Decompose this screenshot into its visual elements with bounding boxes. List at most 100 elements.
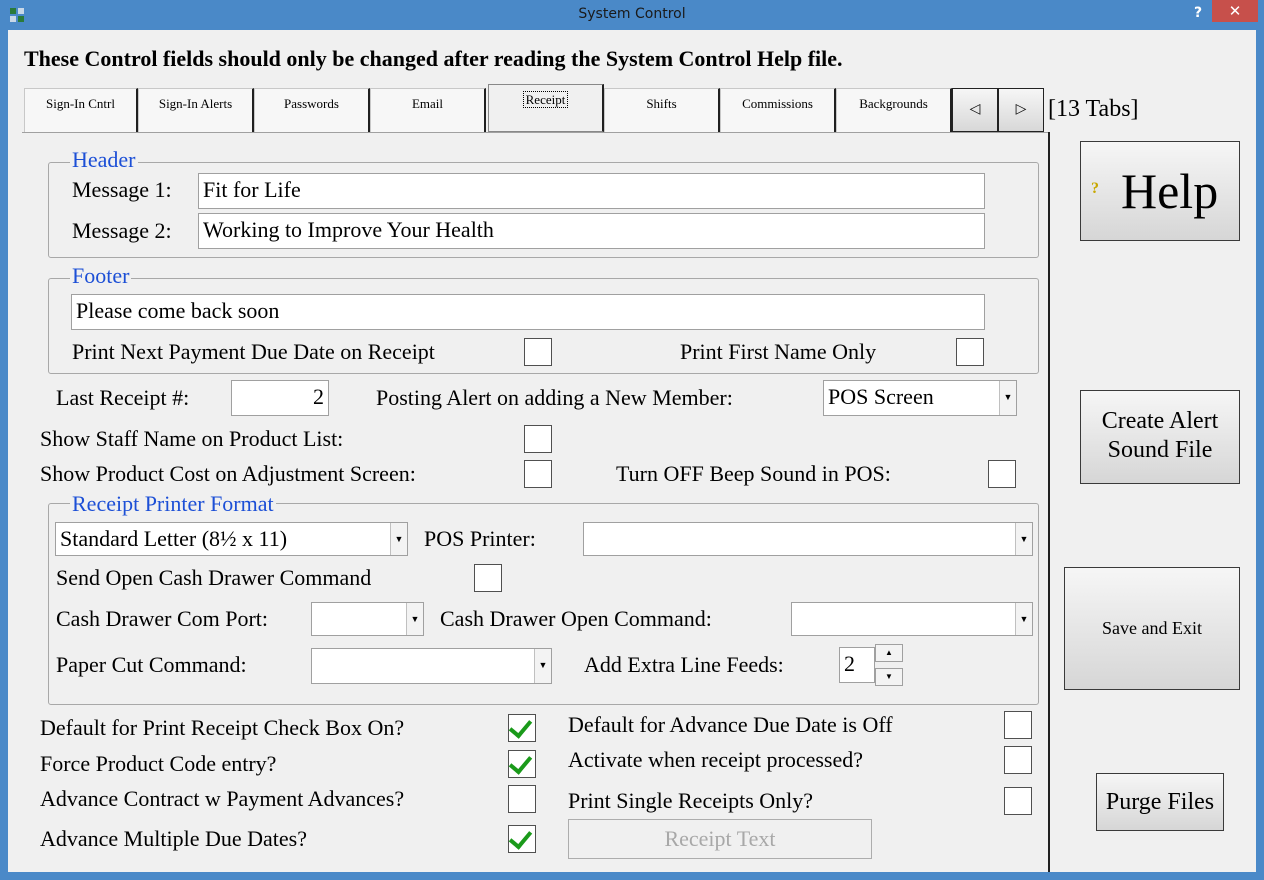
tab-scroll-left-button[interactable]: ◁ <box>952 88 998 132</box>
print-first-name-checkbox[interactable] <box>956 338 984 366</box>
receipt-text-button[interactable]: Receipt Text <box>568 819 872 859</box>
title-bar[interactable]: System Control ? ✕ <box>0 0 1264 30</box>
chevron-right-icon: ▷ <box>1015 102 1027 117</box>
arrow-down-icon: ▼ <box>885 672 893 681</box>
paper-cut-label: Paper Cut Command: <box>56 652 247 677</box>
com-port-select[interactable]: ▼ <box>311 602 424 636</box>
force-product-code-checkbox[interactable] <box>508 750 536 778</box>
create-alert-line1: Create Alert <box>1101 408 1219 434</box>
advance-multiple-label: Advance Multiple Due Dates? <box>40 826 307 851</box>
dropdown-arrow-icon: ▼ <box>1015 523 1032 555</box>
save-and-exit-button[interactable]: Save and Exit <box>1064 567 1240 690</box>
warning-text: These Control fields should only be chan… <box>24 46 843 71</box>
activate-receipt-checkbox[interactable] <box>1004 746 1032 774</box>
advance-multiple-checkbox[interactable] <box>508 825 536 853</box>
posting-alert-value: POS Screen <box>828 384 934 409</box>
message2-label: Message 2: <box>72 218 172 243</box>
tab-label: Sign-In Cntrl <box>46 96 115 111</box>
client-area: These Control fields should only be chan… <box>8 30 1256 872</box>
arrow-up-icon: ▲ <box>885 648 893 657</box>
spin-down-button[interactable]: ▼ <box>875 668 903 686</box>
dropdown-arrow-icon: ▼ <box>390 523 407 555</box>
open-command-select[interactable]: ▼ <box>791 602 1033 636</box>
show-cost-checkbox[interactable] <box>524 460 552 488</box>
print-single-label: Print Single Receipts Only? <box>568 788 814 813</box>
default-print-receipt-label: Default for Print Receipt Check Box On? <box>40 715 405 740</box>
posting-alert-select[interactable]: POS Screen ▼ <box>823 380 1017 416</box>
tab-scroll-right-button[interactable]: ▷ <box>998 88 1044 132</box>
create-alert-line2: Sound File <box>1107 437 1213 463</box>
open-drawer-label: Send Open Cash Drawer Command <box>56 565 372 590</box>
tab-sign-in-cntrl[interactable]: Sign-In Cntrl <box>24 88 138 132</box>
tab-panel-border <box>22 132 1048 133</box>
window-title: System Control <box>578 6 686 22</box>
beep-label: Turn OFF Beep Sound in POS: <box>616 461 891 486</box>
paper-cut-select[interactable]: ▼ <box>311 648 552 684</box>
tab-count: [13 Tabs] <box>1048 96 1139 122</box>
chevron-left-icon: ◁ <box>969 102 981 117</box>
help-icon: ? <box>1091 180 1099 197</box>
header-legend: Header <box>70 147 138 173</box>
com-port-label: Cash Drawer Com Port: <box>56 606 269 631</box>
advance-contract-label: Advance Contract w Payment Advances? <box>40 786 405 811</box>
dropdown-arrow-icon: ▼ <box>1015 603 1032 635</box>
context-help-button[interactable]: ? <box>1188 2 1208 24</box>
dropdown-arrow-icon: ▼ <box>406 603 423 635</box>
last-receipt-input[interactable]: 2 <box>231 380 329 416</box>
last-receipt-label: Last Receipt #: <box>56 385 190 410</box>
tab-commissions[interactable]: Commissions <box>720 88 836 132</box>
show-staff-checkbox[interactable] <box>524 425 552 453</box>
print-next-due-checkbox[interactable] <box>524 338 552 366</box>
help-button[interactable]: ? Help <box>1080 141 1240 241</box>
tab-sign-in-alerts[interactable]: Sign-In Alerts <box>138 88 254 132</box>
line-feeds-input[interactable]: 2 <box>839 647 875 683</box>
pos-printer-label: POS Printer: <box>424 526 536 551</box>
message1-label: Message 1: <box>72 177 172 202</box>
tab-label: Passwords <box>284 96 339 111</box>
help-label: Help <box>1121 163 1219 219</box>
spin-up-button[interactable]: ▲ <box>875 644 903 662</box>
pos-printer-select[interactable]: ▼ <box>583 522 1033 556</box>
footer-legend: Footer <box>70 263 132 289</box>
tab-label: Sign-In Alerts <box>158 96 233 111</box>
show-cost-label: Show Product Cost on Adjustment Screen: <box>40 461 416 486</box>
create-alert-sound-button[interactable]: Create Alert Sound File <box>1080 390 1240 484</box>
tab-label: Receipt <box>522 91 569 108</box>
format-select[interactable]: Standard Letter (8½ x 11) ▼ <box>55 522 408 556</box>
beep-checkbox[interactable] <box>988 460 1016 488</box>
dropdown-arrow-icon: ▼ <box>999 381 1016 415</box>
tab-passwords[interactable]: Passwords <box>254 88 370 132</box>
tab-receipt[interactable]: Receipt <box>488 84 604 132</box>
close-button[interactable]: ✕ <box>1212 0 1258 22</box>
footer-message-input[interactable]: Please come back soon <box>71 294 985 330</box>
line-feeds-label: Add Extra Line Feeds: <box>584 652 784 677</box>
print-next-due-label: Print Next Payment Due Date on Receipt <box>72 339 435 364</box>
force-product-code-label: Force Product Code entry? <box>40 751 277 776</box>
advance-contract-checkbox[interactable] <box>508 785 536 813</box>
tab-label: Commissions <box>742 96 813 111</box>
message2-input[interactable]: Working to Improve Your Health <box>198 213 985 249</box>
purge-files-button[interactable]: Purge Files <box>1096 773 1224 831</box>
default-advance-off-checkbox[interactable] <box>1004 711 1032 739</box>
tab-label: Backgrounds <box>859 96 928 111</box>
message1-input[interactable]: Fit for Life <box>198 173 985 209</box>
open-drawer-checkbox[interactable] <box>474 564 502 592</box>
default-advance-off-label: Default for Advance Due Date is Off <box>568 712 893 737</box>
open-command-label: Cash Drawer Open Command: <box>440 606 712 631</box>
tab-backgrounds[interactable]: Backgrounds <box>836 88 952 132</box>
printer-format-legend: Receipt Printer Format <box>70 491 276 517</box>
posting-alert-label: Posting Alert on adding a New Member: <box>376 385 733 410</box>
show-staff-label: Show Staff Name on Product List: <box>40 426 344 451</box>
print-single-checkbox[interactable] <box>1004 787 1032 815</box>
panel-divider <box>1048 132 1050 872</box>
format-value: Standard Letter (8½ x 11) <box>60 526 288 551</box>
tab-label: Shifts <box>646 96 677 111</box>
tab-email[interactable]: Email <box>370 88 486 132</box>
application-window: System Control ? ✕ These Control fields … <box>0 0 1264 880</box>
default-print-receipt-checkbox[interactable] <box>508 714 536 742</box>
tab-shifts[interactable]: Shifts <box>604 88 720 132</box>
tab-label: Email <box>411 96 444 111</box>
activate-receipt-label: Activate when receipt processed? <box>568 747 864 772</box>
dropdown-arrow-icon: ▼ <box>534 649 551 683</box>
print-first-name-label: Print First Name Only <box>680 339 877 364</box>
